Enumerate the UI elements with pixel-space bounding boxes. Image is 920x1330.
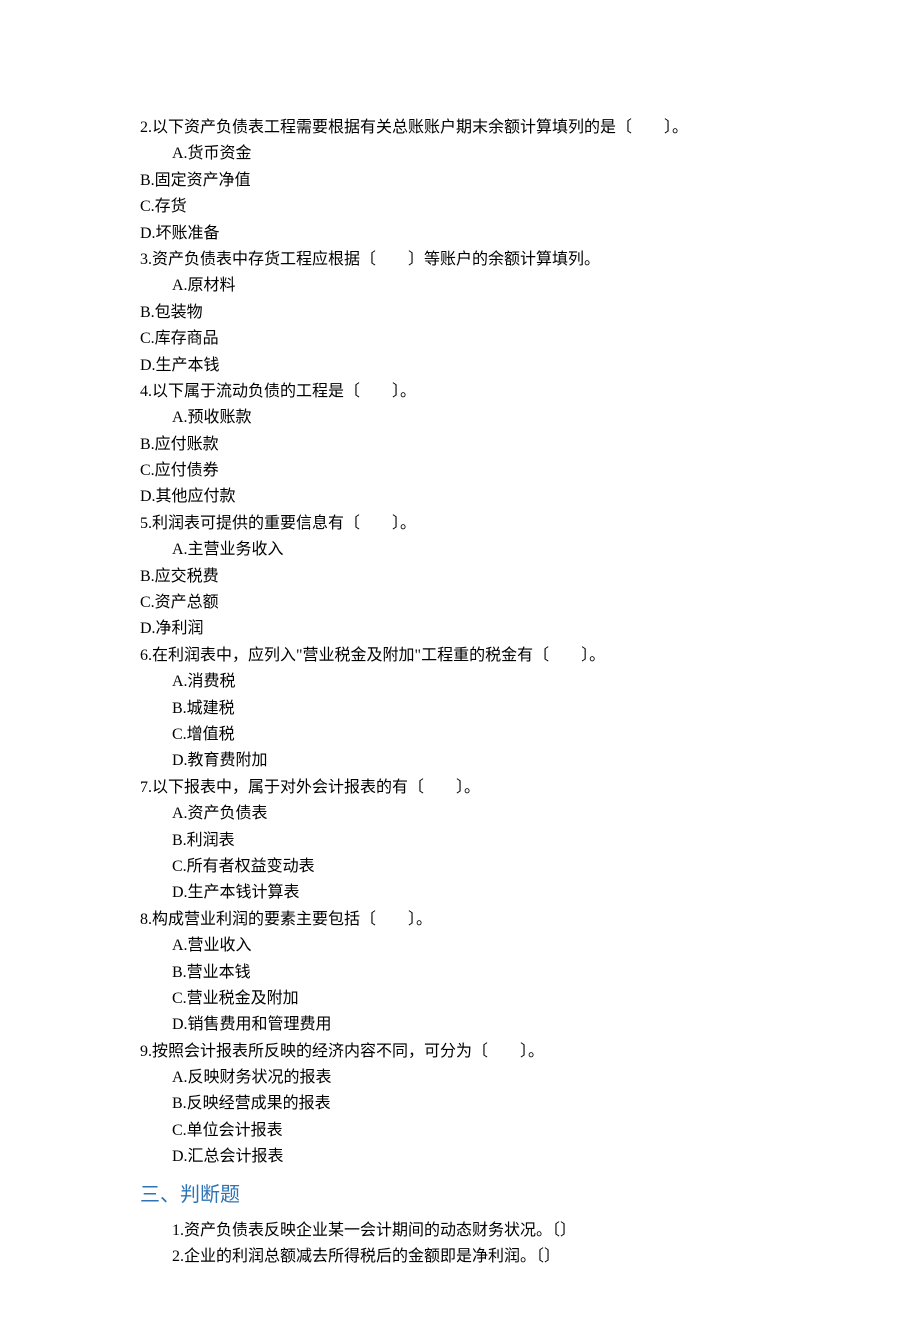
- question-option: B.应交税费: [140, 564, 800, 590]
- question-option: D.教育费附加: [140, 748, 800, 774]
- question-option: C.所有者权益变动表: [140, 854, 800, 880]
- question-option: D.坏账准备: [140, 221, 800, 247]
- true-false-item: 2.企业的利润总额减去所得税后的金额即是净利润。〔〕: [140, 1244, 800, 1270]
- question-option: D.净利润: [140, 616, 800, 642]
- question-option: A.资产负债表: [140, 801, 800, 827]
- question-stem: 5.利润表可提供的重要信息有〔 〕。: [140, 511, 800, 537]
- question-option: D.生产本钱计算表: [140, 880, 800, 906]
- question-option: A.货币资金: [140, 141, 800, 167]
- question-stem: 2.以下资产负债表工程需要根据有关总账账户期末余额计算填列的是〔 〕。: [140, 115, 800, 141]
- question: 9.按照会计报表所反映的经济内容不同，可分为〔 〕。A.反映财务状况的报表B.反…: [140, 1039, 800, 1171]
- question-stem: 3.资产负债表中存货工程应根据〔 〕等账户的余额计算填列。: [140, 247, 800, 273]
- question-option: B.包装物: [140, 300, 800, 326]
- question-option: B.应付账款: [140, 432, 800, 458]
- section-heading-true-false: 三、判断题: [140, 1179, 800, 1212]
- question-option: D.汇总会计报表: [140, 1144, 800, 1170]
- true-false-list: 1.资产负债表反映企业某一会计期间的动态财务状况。〔〕2.企业的利润总额减去所得…: [140, 1218, 800, 1271]
- question-option: C.营业税金及附加: [140, 986, 800, 1012]
- question-stem: 9.按照会计报表所反映的经济内容不同，可分为〔 〕。: [140, 1039, 800, 1065]
- question-option: A.预收账款: [140, 405, 800, 431]
- question-option: B.固定资产净值: [140, 168, 800, 194]
- question-option: A.消费税: [140, 669, 800, 695]
- question: 2.以下资产负债表工程需要根据有关总账账户期末余额计算填列的是〔 〕。A.货币资…: [140, 115, 800, 247]
- question: 3.资产负债表中存货工程应根据〔 〕等账户的余额计算填列。A.原材料B.包装物C…: [140, 247, 800, 379]
- question-stem: 8.构成营业利润的要素主要包括〔 〕。: [140, 907, 800, 933]
- question-option: C.资产总额: [140, 590, 800, 616]
- question-option: D.其他应付款: [140, 484, 800, 510]
- true-false-item: 1.资产负债表反映企业某一会计期间的动态财务状况。〔〕: [140, 1218, 800, 1244]
- question-option: D.生产本钱: [140, 353, 800, 379]
- question-option: C.库存商品: [140, 326, 800, 352]
- question: 8.构成营业利润的要素主要包括〔 〕。A.营业收入B.营业本钱C.营业税金及附加…: [140, 907, 800, 1039]
- question-option: B.城建税: [140, 696, 800, 722]
- question-option: A.主营业务收入: [140, 537, 800, 563]
- question-option: A.反映财务状况的报表: [140, 1065, 800, 1091]
- questions-list: 2.以下资产负债表工程需要根据有关总账账户期末余额计算填列的是〔 〕。A.货币资…: [140, 115, 800, 1171]
- question-option: D.销售费用和管理费用: [140, 1012, 800, 1038]
- question-option: B.营业本钱: [140, 960, 800, 986]
- question: 4.以下属于流动负债的工程是〔 〕。A.预收账款B.应付账款C.应付债券D.其他…: [140, 379, 800, 511]
- page-content: 2.以下资产负债表工程需要根据有关总账账户期末余额计算填列的是〔 〕。A.货币资…: [0, 0, 920, 1330]
- question: 6.在利润表中，应列入"营业税金及附加"工程重的税金有〔 〕。A.消费税B.城建…: [140, 643, 800, 775]
- question-stem: 4.以下属于流动负债的工程是〔 〕。: [140, 379, 800, 405]
- question: 7.以下报表中，属于对外会计报表的有〔 〕。A.资产负债表B.利润表C.所有者权…: [140, 775, 800, 907]
- question-option: A.营业收入: [140, 933, 800, 959]
- question-option: C.增值税: [140, 722, 800, 748]
- question-option: B.反映经营成果的报表: [140, 1091, 800, 1117]
- question-option: C.应付债券: [140, 458, 800, 484]
- question: 5.利润表可提供的重要信息有〔 〕。A.主营业务收入B.应交税费C.资产总额D.…: [140, 511, 800, 643]
- question-option: C.单位会计报表: [140, 1118, 800, 1144]
- question-option: A.原材料: [140, 273, 800, 299]
- question-stem: 6.在利润表中，应列入"营业税金及附加"工程重的税金有〔 〕。: [140, 643, 800, 669]
- question-option: B.利润表: [140, 828, 800, 854]
- question-stem: 7.以下报表中，属于对外会计报表的有〔 〕。: [140, 775, 800, 801]
- question-option: C.存货: [140, 194, 800, 220]
